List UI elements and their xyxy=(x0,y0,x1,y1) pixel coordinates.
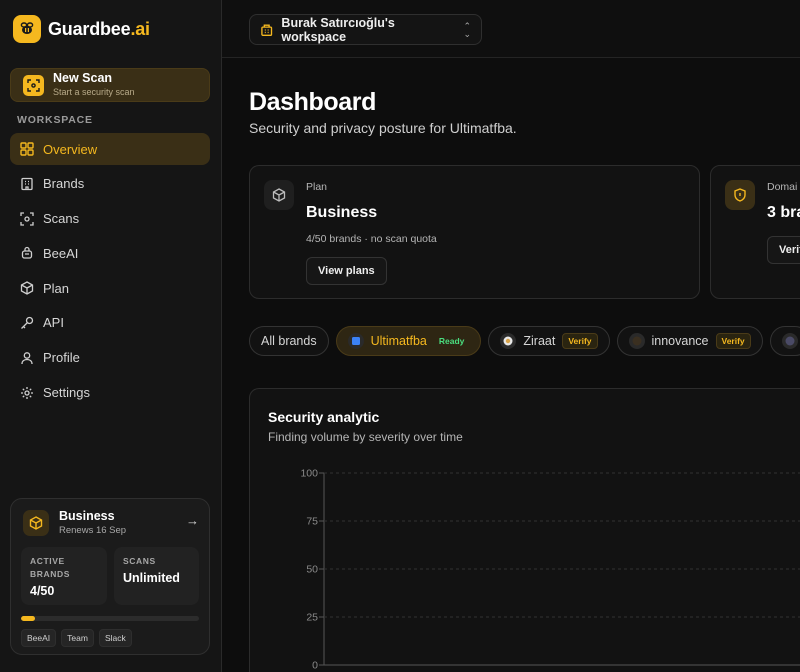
shield-icon xyxy=(725,180,755,210)
tab-more-brand[interactable] xyxy=(769,326,800,356)
brand-avatar-icon xyxy=(500,333,517,349)
brand-avatar-icon xyxy=(628,333,645,349)
feature-chip: BeeAI xyxy=(21,629,57,647)
sidebar-item-label: Profile xyxy=(43,350,80,366)
sidebar-nav: Overview Brands Scans BeeAI Plan API Pro… xyxy=(10,133,210,411)
sidebar-item-settings[interactable]: Settings xyxy=(10,377,210,409)
domain-card: Domai 3 bra Verif xyxy=(710,165,800,299)
sidebar-item-label: BeeAI xyxy=(43,245,79,261)
bee-logo-icon xyxy=(13,15,41,43)
sidebar-item-profile[interactable]: Profile xyxy=(10,342,210,374)
status-badge: Verify xyxy=(562,333,598,349)
brand-usage-progress xyxy=(21,616,199,621)
sidebar-item-brands[interactable]: Brands xyxy=(10,168,210,200)
brand-logo[interactable]: Guardbee.ai xyxy=(13,15,150,43)
brand-avatar-icon xyxy=(781,333,798,349)
tab-label: innovance xyxy=(651,334,709,348)
box-icon xyxy=(23,509,49,536)
sidebar-item-label: Overview xyxy=(43,141,98,157)
status-badge: Ready xyxy=(438,336,465,346)
tab-ultimatfba[interactable]: Ultimatfba Ready xyxy=(335,326,482,356)
page-subtitle: Security and privacy posture for Ultimat… xyxy=(249,120,517,136)
y-tick-label: 0 xyxy=(312,660,318,672)
card-label: Plan xyxy=(306,181,328,193)
tab-all-brands[interactable]: All brands xyxy=(249,326,329,356)
y-tick-label: 25 xyxy=(306,612,318,624)
key-icon xyxy=(21,316,34,329)
scan-icon xyxy=(20,211,34,226)
arrow-right-icon[interactable]: → xyxy=(186,513,199,528)
sidebar: Guardbee.ai New Scan Start a security sc… xyxy=(0,0,222,672)
card-value: Business xyxy=(306,204,378,221)
card-meta: 4/50 brands · no scan quota xyxy=(306,233,437,245)
view-plans-button[interactable]: View plans xyxy=(306,257,387,285)
sidebar-item-overview[interactable]: Overview xyxy=(10,133,210,165)
sidebar-item-label: Plan xyxy=(43,280,70,296)
y-tick-label: 50 xyxy=(306,564,318,576)
status-badge: Verify xyxy=(715,333,751,349)
chevron-updown-icon: ⌃ ⌄ xyxy=(463,20,471,39)
stat-label: SCANS xyxy=(123,556,156,566)
feature-chip: Slack xyxy=(98,629,132,647)
box-icon xyxy=(264,180,294,210)
sidebar-item-label: Brands xyxy=(43,176,85,192)
y-tick-label: 75 xyxy=(306,516,318,528)
building-icon xyxy=(261,24,273,36)
workspace-name: Burak Satırcıoğlu's workspace xyxy=(281,15,395,44)
feature-chip: Team xyxy=(61,629,94,647)
sidebar-item-label: Settings xyxy=(43,385,90,401)
security-analytic-chart: 100 75 50 25 0 xyxy=(300,468,800,672)
tab-innovance[interactable]: innovance Verify xyxy=(616,326,763,356)
card-label: Domai xyxy=(767,181,798,193)
sidebar-item-label: API xyxy=(43,315,64,331)
brand-avatar-icon xyxy=(347,333,364,349)
tab-label: All brands xyxy=(261,334,317,348)
progress-fill xyxy=(21,616,36,621)
grid-icon xyxy=(20,142,34,156)
stat-value: Unlimited xyxy=(123,570,180,585)
plan-features: BeeAI Team Slack xyxy=(21,629,132,647)
sidebar-plan-card: Business Renews 16 Sep → ACTIVE BRANDS 4/… xyxy=(10,498,210,655)
bee-icon xyxy=(21,247,33,260)
stat-value: 4/50 xyxy=(30,583,55,598)
topbar: Burak Satırcıoğlu's workspace ⌃ ⌄ xyxy=(222,0,800,58)
plan-card: Plan Business 4/50 brands · no scan quot… xyxy=(249,165,700,299)
main-content: Dashboard Security and privacy posture f… xyxy=(222,58,800,672)
building-icon xyxy=(21,177,33,190)
y-tick-label: 100 xyxy=(300,468,318,480)
tab-label: Ultimatfba xyxy=(370,334,427,348)
new-scan-title: New Scan xyxy=(53,71,113,86)
scans-stat: SCANS Unlimited xyxy=(114,547,199,605)
sidebar-item-beeai[interactable]: BeeAI xyxy=(10,237,210,269)
scan-target-icon xyxy=(23,74,44,96)
page-title: Dashboard xyxy=(249,88,376,116)
user-icon xyxy=(21,351,33,364)
plan-renewal: Renews 16 Sep xyxy=(59,525,127,536)
new-scan-subtitle: Start a security scan xyxy=(53,86,135,97)
tab-ziraat[interactable]: Ziraat Verify xyxy=(488,326,610,356)
active-brands-stat: ACTIVE BRANDS 4/50 xyxy=(21,547,107,605)
new-scan-button[interactable]: New Scan Start a security scan xyxy=(10,68,210,102)
sidebar-item-label: Scans xyxy=(43,211,80,227)
gear-icon xyxy=(21,386,33,399)
stat-label: ACTIVE BRANDS xyxy=(30,556,70,579)
tab-label: Ziraat xyxy=(523,334,556,348)
card-value: 3 bra xyxy=(767,204,800,221)
sidebar-item-api[interactable]: API xyxy=(10,307,210,339)
security-analytic-card: Security analytic Finding volume by seve… xyxy=(249,388,800,672)
sidebar-item-plan[interactable]: Plan xyxy=(10,272,210,304)
workspace-section-label: WORKSPACE xyxy=(17,114,93,126)
box-icon xyxy=(20,281,34,295)
workspace-switcher[interactable]: Burak Satırcıoğlu's workspace ⌃ ⌄ xyxy=(249,14,482,45)
sidebar-item-scans[interactable]: Scans xyxy=(10,203,210,235)
plan-name: Business xyxy=(59,509,115,523)
verify-button[interactable]: Verif xyxy=(767,236,800,264)
app-name: Guardbee.ai xyxy=(48,18,150,39)
brand-tabs: All brands Ultimatfba Ready Ziraat Verif… xyxy=(249,326,800,356)
